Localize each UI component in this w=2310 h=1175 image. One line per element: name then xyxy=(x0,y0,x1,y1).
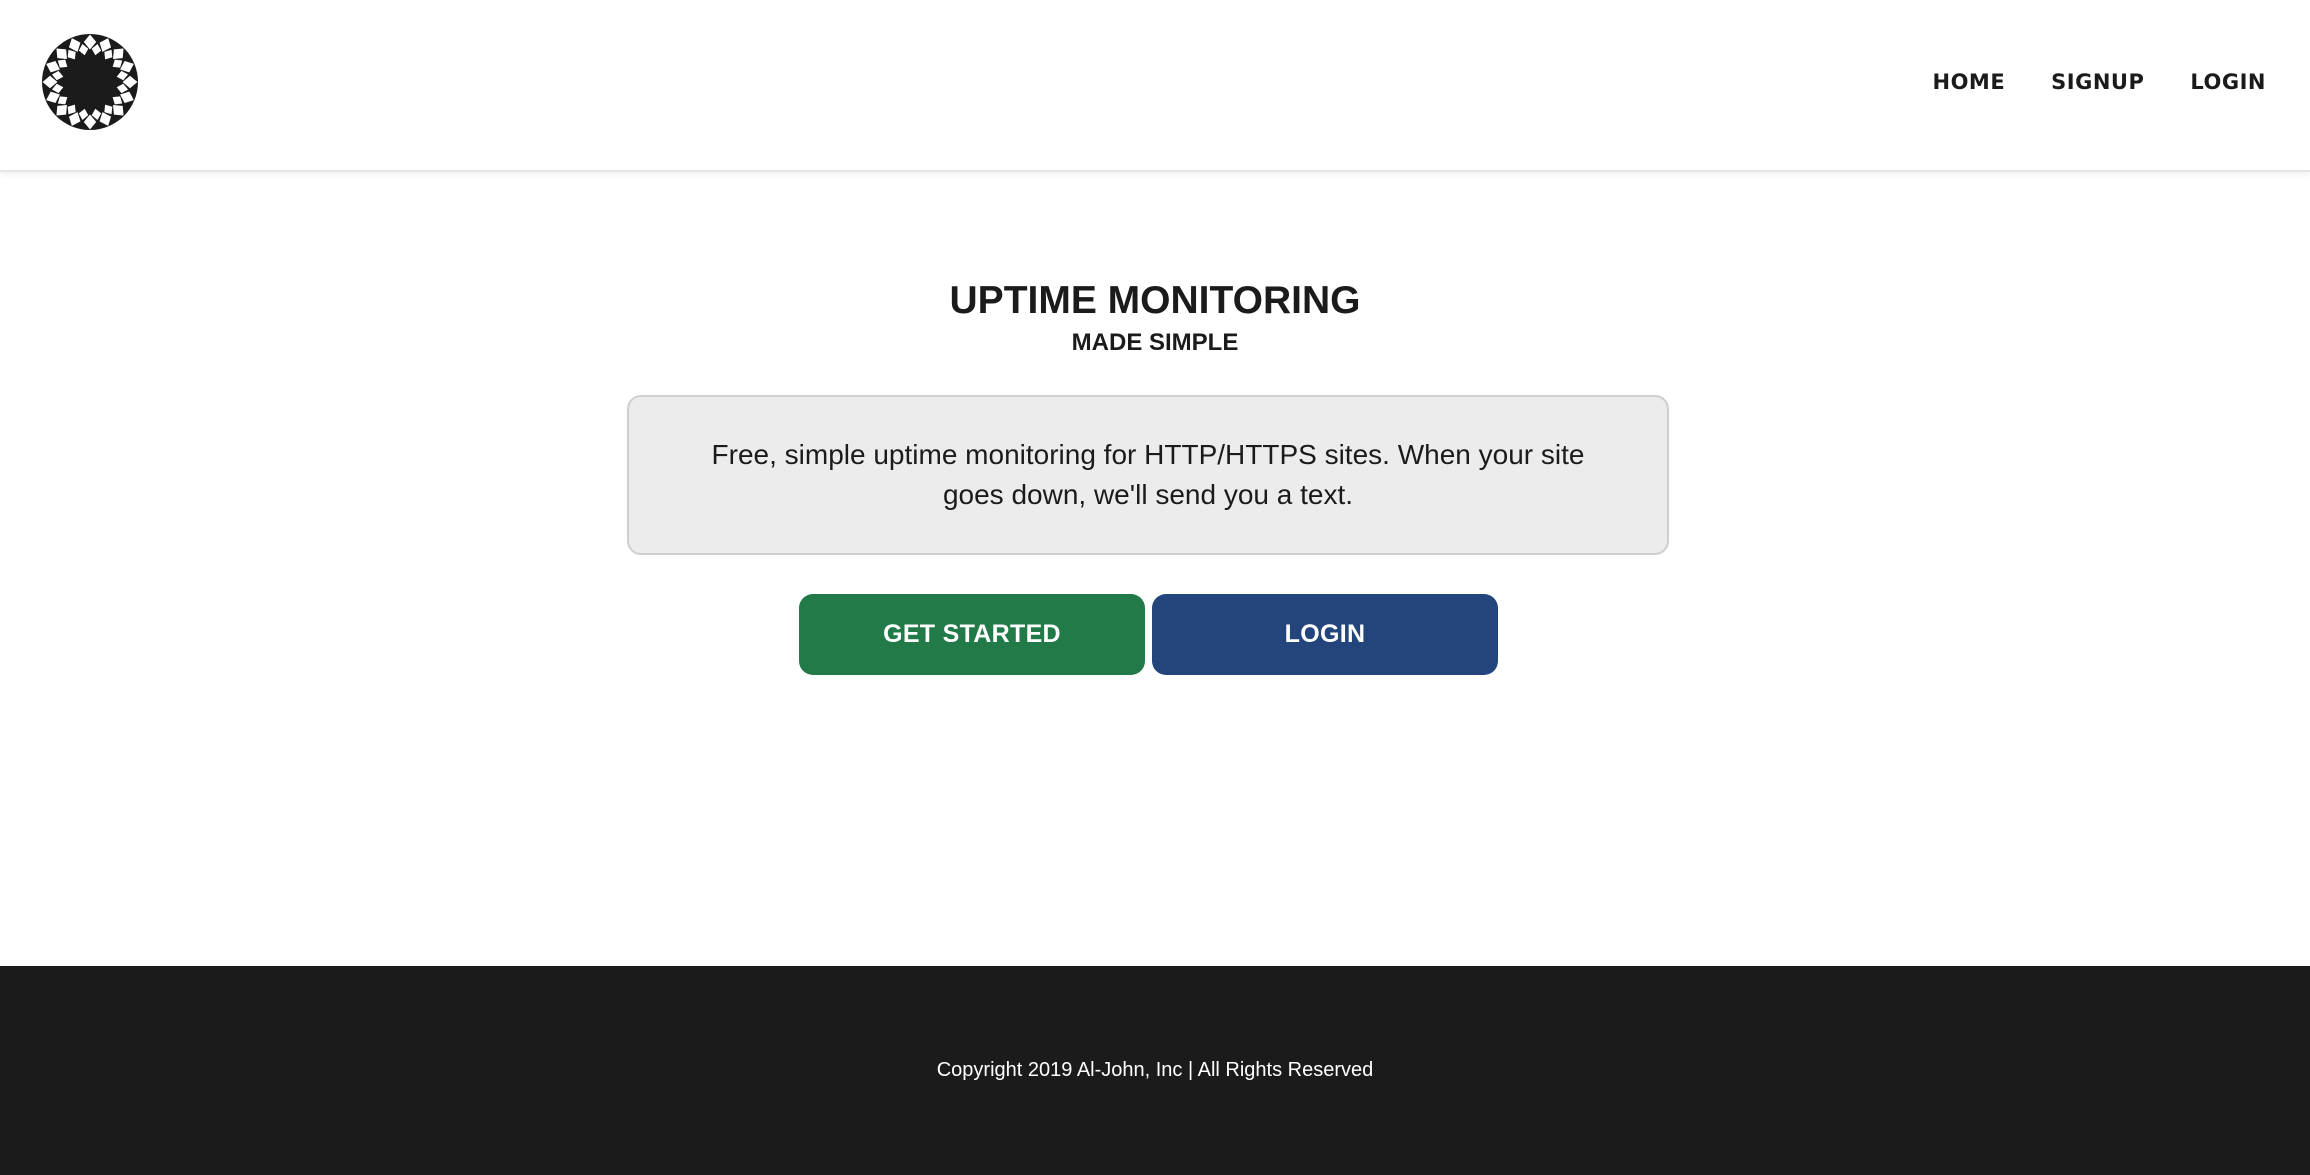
get-started-button[interactable]: GET STARTED xyxy=(799,594,1145,675)
footer: Copyright 2019 Al-John, Inc | All Rights… xyxy=(0,966,2310,1175)
top-navigation-bar: HOME SIGNUP LOGIN xyxy=(0,0,2310,172)
description-box: Free, simple uptime monitoring for HTTP/… xyxy=(627,395,1669,555)
circular-checkered-logo-icon[interactable] xyxy=(40,32,140,132)
nav-signup-link[interactable]: SIGNUP xyxy=(2051,70,2144,94)
description-text: Free, simple uptime monitoring for HTTP/… xyxy=(711,439,1585,510)
page-subtitle: MADE SIMPLE xyxy=(1071,329,1239,356)
page: HOME SIGNUP LOGIN UPTIME MONITORING MADE… xyxy=(0,0,2310,1175)
nav-home-link[interactable]: HOME xyxy=(1933,70,2006,94)
login-button[interactable]: LOGIN xyxy=(1152,594,1498,675)
page-title: UPTIME MONITORING xyxy=(949,279,1361,322)
main-nav: HOME SIGNUP LOGIN xyxy=(1933,70,2267,94)
hero-section: UPTIME MONITORING MADE SIMPLE Free, simp… xyxy=(0,170,2310,966)
nav-login-link[interactable]: LOGIN xyxy=(2190,70,2266,94)
copyright-text: Copyright 2019 Al-John, Inc | All Rights… xyxy=(936,1059,1374,1081)
